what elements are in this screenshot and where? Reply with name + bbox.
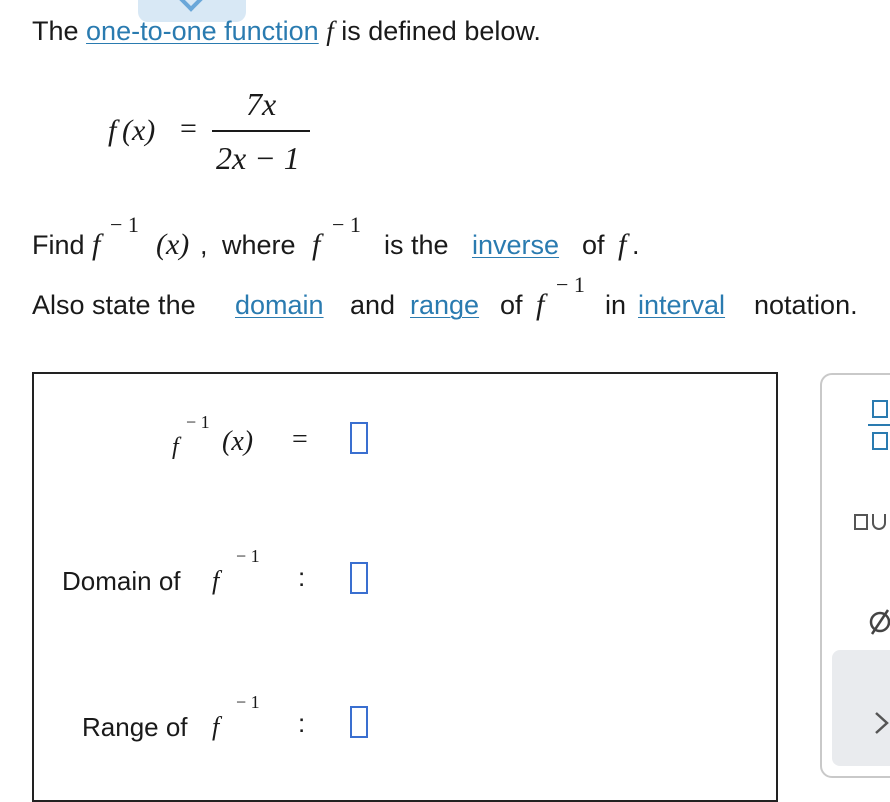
range-link[interactable]: range: [410, 290, 479, 321]
domain-link[interactable]: domain: [235, 290, 324, 321]
more-tools-button[interactable]: [832, 650, 890, 766]
empty-set-icon[interactable]: [866, 606, 890, 636]
interval-icon[interactable]: [854, 512, 890, 532]
range-input[interactable]: [350, 706, 368, 738]
chevron-down-icon: [178, 0, 204, 12]
chevron-right-icon: [872, 710, 890, 736]
intro-line: The one-to-one function f is defined bel…: [32, 16, 541, 46]
fraction-bar: [212, 130, 310, 132]
inverse-input[interactable]: [350, 422, 368, 454]
one-to-one-function-link[interactable]: one-to-one function: [86, 16, 319, 46]
inverse-link[interactable]: inverse: [472, 230, 559, 261]
denominator: 2x − 1: [216, 140, 300, 176]
fraction-icon[interactable]: [868, 400, 890, 460]
interval-link[interactable]: interval: [638, 290, 725, 321]
domain-input[interactable]: [350, 562, 368, 594]
numerator: 7x: [246, 86, 277, 122]
